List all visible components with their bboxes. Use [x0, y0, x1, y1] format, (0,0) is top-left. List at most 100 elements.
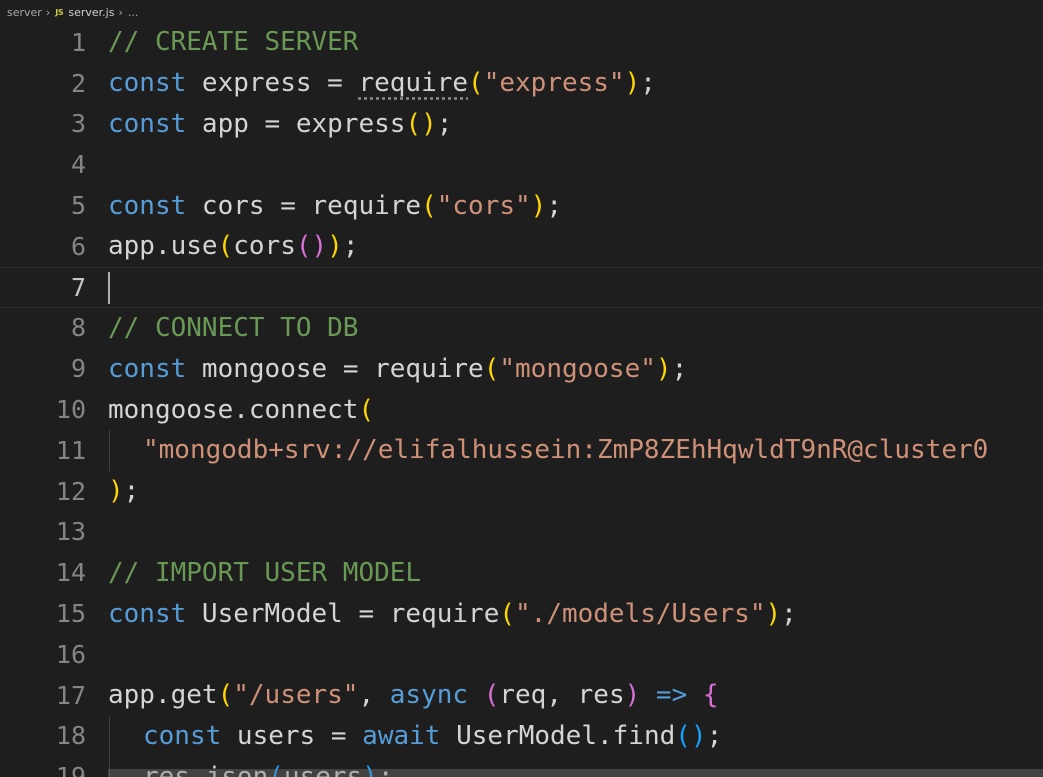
code-token: ) — [655, 353, 672, 384]
code-token: UserModel = require — [186, 598, 500, 629]
line-number: 2 — [70, 68, 86, 98]
breadcrumb: server › JS server.js › ... — [0, 0, 138, 24]
code-line[interactable]: 2 const express = require("express"); — [0, 63, 1043, 104]
code-token: { — [702, 680, 719, 711]
code-line[interactable]: 10 mongoose.connect( — [0, 389, 1043, 430]
code-token: ) — [624, 68, 641, 99]
code-token: mongoose = require — [186, 353, 484, 384]
line-number: 7 — [70, 272, 86, 302]
line-number: 8 — [70, 313, 86, 343]
code-line[interactable]: 3 const app = express(); — [0, 104, 1043, 145]
code-token: const — [108, 190, 187, 221]
line-number: 10 — [55, 395, 86, 425]
code-line[interactable]: 15 const UserModel = require("./models/Us… — [0, 593, 1043, 634]
code-token: () — [405, 108, 437, 139]
code-token: ( — [421, 190, 437, 221]
line-number: 6 — [70, 231, 86, 261]
code-token: const — [108, 108, 187, 139]
code-token: ) — [327, 231, 343, 262]
code-token: () — [295, 231, 328, 262]
code-line[interactable]: 12); — [0, 471, 1043, 512]
code-token: const — [143, 720, 222, 751]
code-token: mongoose.connect — [108, 394, 359, 425]
code-line[interactable]: 1 // CREATE SERVER — [0, 22, 1043, 63]
code-token: "/users" — [233, 680, 359, 711]
code-token: async — [389, 680, 469, 711]
code-token: ; — [436, 108, 453, 139]
breadcrumb-file[interactable]: server.js — [68, 6, 114, 19]
javascript-file-icon: JS — [55, 7, 64, 17]
code-line[interactable]: 9 const mongoose = require("mongoose"); — [0, 348, 1043, 389]
code-token: app.get — [108, 680, 218, 711]
code-token: ; — [342, 231, 359, 262]
code-token: () — [675, 720, 707, 751]
code-token: "express" — [483, 68, 625, 99]
code-text: // IMPORT USER MODEL — [108, 558, 421, 588]
code-line[interactable]: 14 // IMPORT USER MODEL — [0, 552, 1043, 593]
code-line[interactable]: 4 — [0, 144, 1043, 185]
code-token: ; — [781, 598, 797, 629]
code-token: ( — [358, 394, 375, 425]
code-token: ( — [499, 598, 516, 629]
code-token: cors = require — [186, 190, 422, 221]
line-number: 15 — [55, 599, 86, 629]
line-number: 5 — [70, 191, 86, 221]
code-token: ) — [624, 680, 641, 711]
line-number: 4 — [70, 150, 86, 180]
code-line[interactable]: 18 const users = await UserModel.find(); — [0, 715, 1043, 757]
code-token: ; — [706, 720, 723, 751]
code-token: app.use — [108, 231, 218, 262]
line-number: 14 — [55, 558, 86, 588]
code-token: const — [108, 68, 187, 99]
code-token: users = — [221, 720, 363, 751]
code-text: // CONNECT TO DB — [108, 313, 358, 343]
code-line[interactable]: 11 "mongodb+srv://elifalhussein:ZmP8ZEhHq… — [0, 430, 1043, 471]
code-token: ; — [671, 353, 688, 384]
code-text: const UserModel = require("./models/User… — [108, 599, 797, 629]
code-token: ( — [483, 680, 500, 711]
code-token: ; — [640, 68, 656, 99]
code-line[interactable]: 7 — [0, 266, 1043, 308]
code-token: "mongoose" — [499, 353, 656, 384]
horizontal-scrollbar[interactable] — [108, 769, 1043, 777]
line-number: 16 — [55, 639, 86, 669]
code-line[interactable]: 5 const cors = require("cors"); — [0, 185, 1043, 226]
code-text: mongoose.connect( — [108, 395, 374, 425]
code-token: UserModel.find — [440, 720, 676, 751]
chevron-right-icon: › — [118, 5, 123, 19]
code-line[interactable]: 16 — [0, 634, 1043, 675]
code-token: const — [108, 353, 187, 384]
code-token: ) — [108, 476, 124, 507]
code-token: // CREATE SERVER — [108, 27, 359, 58]
code-text: app.use(cors()); — [108, 231, 358, 261]
code-token: req, res — [499, 680, 625, 711]
code-token: express = — [186, 68, 359, 99]
code-line[interactable]: 13 — [0, 512, 1043, 553]
line-number: 1 — [70, 27, 86, 57]
code-text: const express = require("express"); — [108, 68, 656, 98]
code-editor-window: server › JS server.js › ... 1 // CREATE S… — [0, 0, 1043, 777]
editor-text-area[interactable]: 1 // CREATE SERVER 2 const express = requir… — [0, 22, 1043, 777]
line-number: 19 — [55, 762, 86, 777]
code-token: ( — [483, 353, 500, 384]
code-line[interactable]: 6 app.use(cors()); — [0, 226, 1043, 267]
code-token: => — [655, 680, 688, 711]
indent-guide — [109, 715, 110, 757]
line-number: 12 — [55, 476, 86, 506]
code-token: await — [362, 720, 441, 751]
line-number: 9 — [70, 354, 86, 384]
code-line[interactable]: 8 // CONNECT TO DB — [0, 308, 1043, 349]
code-token: ( — [217, 231, 234, 262]
code-token: "mongodb+srv://elifalhussein:ZmP8ZEhHqwl… — [143, 435, 989, 466]
code-line[interactable]: 17 app.get("/users", async (req, res) => … — [0, 675, 1043, 716]
code-text: const users = await UserModel.find(); — [143, 721, 722, 751]
breadcrumb-folder[interactable]: server — [7, 6, 42, 19]
code-token: "cors" — [436, 190, 531, 221]
code-token: cors — [233, 231, 296, 262]
breadcrumb-more[interactable]: ... — [128, 6, 139, 19]
code-text: "mongodb+srv://elifalhussein:ZmP8ZEhHqwl… — [143, 435, 988, 465]
code-token: const — [108, 598, 187, 629]
